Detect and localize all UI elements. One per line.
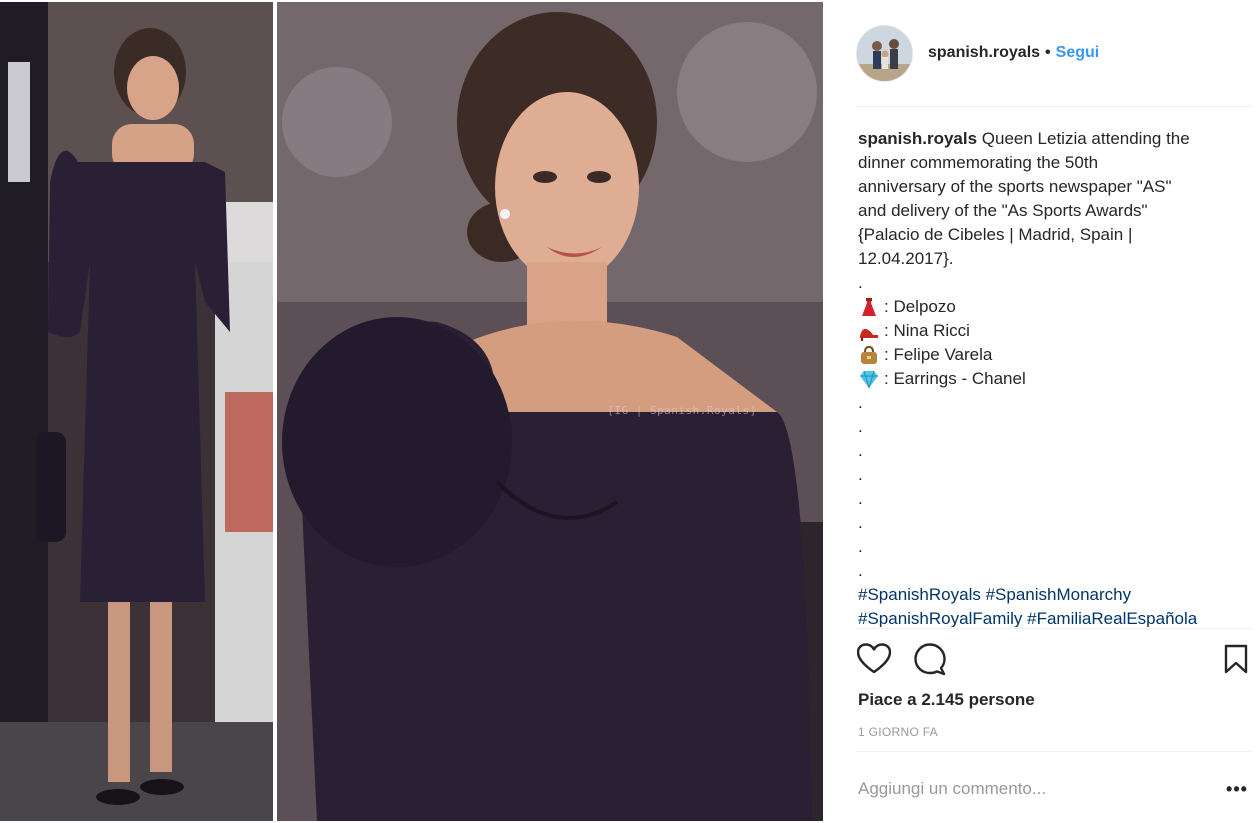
likes-count[interactable]: Piace a 2.145 persone: [858, 690, 1035, 710]
hashtag-link[interactable]: #SpanishMonarchy: [986, 585, 1132, 604]
caption-dot: .: [858, 537, 863, 556]
avatar[interactable]: [856, 24, 913, 82]
credit-line-earrings: : Earrings - Chanel: [858, 367, 1238, 391]
caption-dot: .: [858, 441, 863, 460]
divider: [856, 751, 1252, 752]
caption-dot: .: [858, 393, 863, 412]
handbag-emoji-icon: [858, 344, 880, 366]
credit-line-dress: : Delpozo: [858, 295, 1238, 319]
credit-text: : Nina Ricci: [884, 321, 970, 340]
hashtag-line: #SpanishRoyalFamily #FamiliaRealEspañola: [858, 607, 1238, 627]
save-button[interactable]: [1218, 640, 1254, 678]
header-text: spanish.royals • Segui: [928, 44, 1099, 62]
credit-text: : Delpozo: [884, 297, 956, 316]
caption-text: and delivery of the "As Sports Awards": [858, 201, 1148, 220]
caption-dot: .: [858, 489, 863, 508]
comment-input[interactable]: [856, 779, 1222, 799]
caption-text: {Palacio de Cibeles | Madrid, Spain |: [858, 225, 1133, 244]
separator-dot: •: [1045, 44, 1051, 61]
caption-text: .: [858, 273, 863, 292]
heart-icon: [857, 643, 891, 674]
like-button[interactable]: [856, 640, 892, 678]
caption-text: Queen Letizia attending the: [977, 129, 1190, 148]
post-sidebar: spanish.royals • Segui spanish.royals Qu…: [841, 0, 1257, 823]
caption-username-link[interactable]: spanish.royals: [858, 129, 977, 148]
credit-text: : Felipe Varela: [884, 345, 993, 364]
caption-line-1: spanish.royals Queen Letizia attending t…: [858, 127, 1238, 151]
dress-emoji-icon: [858, 296, 880, 318]
comment-bubble-icon: [914, 643, 946, 676]
hashtag-link[interactable]: #SpanishRoyalFamily: [858, 609, 1022, 627]
caption-dot: .: [858, 465, 863, 484]
photo-watermark: [IG | Spanish.Royals]: [607, 404, 757, 417]
high-heel-emoji-icon: [858, 320, 880, 342]
hashtag-link[interactable]: #SpanishRoyals: [858, 585, 981, 604]
caption-dot: .: [858, 513, 863, 532]
more-options-icon[interactable]: •••: [1222, 774, 1252, 804]
photo-full-length-illustration: [0, 2, 273, 821]
credit-line-bag: : Felipe Varela: [858, 343, 1238, 367]
caption-text: dinner commemorating the 50th: [858, 153, 1099, 172]
caption-dot: .: [858, 561, 863, 580]
post-header: spanish.royals • Segui: [856, 24, 1236, 82]
credit-text: : Earrings - Chanel: [884, 369, 1026, 388]
caption-dot: .: [858, 417, 863, 436]
hashtag-line: #SpanishRoyals #SpanishMonarchy: [858, 583, 1238, 607]
post-media[interactable]: [IG | Spanish.Royals]: [0, 0, 824, 823]
photo-portrait: [IG | Spanish.Royals]: [277, 2, 823, 821]
caption-text: anniversary of the sports newspaper "AS": [858, 177, 1172, 196]
avatar-family-icon: [857, 25, 912, 81]
comment-form: •••: [856, 770, 1252, 808]
action-bar: [856, 640, 1252, 680]
bookmark-icon: [1224, 644, 1248, 674]
post-caption: spanish.royals Queen Letizia attending t…: [858, 127, 1238, 627]
divider: [856, 628, 1252, 629]
post-timestamp[interactable]: 1 GIORNO FA: [858, 725, 938, 739]
credit-line-shoes: : Nina Ricci: [858, 319, 1238, 343]
hashtag-link[interactable]: #FamiliaRealEspañola: [1027, 609, 1197, 627]
caption-text: 12.04.2017}.: [858, 249, 954, 268]
photo-full-length: [0, 2, 273, 821]
follow-button[interactable]: Segui: [1056, 44, 1100, 62]
comment-button[interactable]: [912, 640, 948, 678]
username-link[interactable]: spanish.royals: [928, 44, 1040, 62]
gem-emoji-icon: [858, 368, 880, 390]
divider: [856, 106, 1252, 107]
